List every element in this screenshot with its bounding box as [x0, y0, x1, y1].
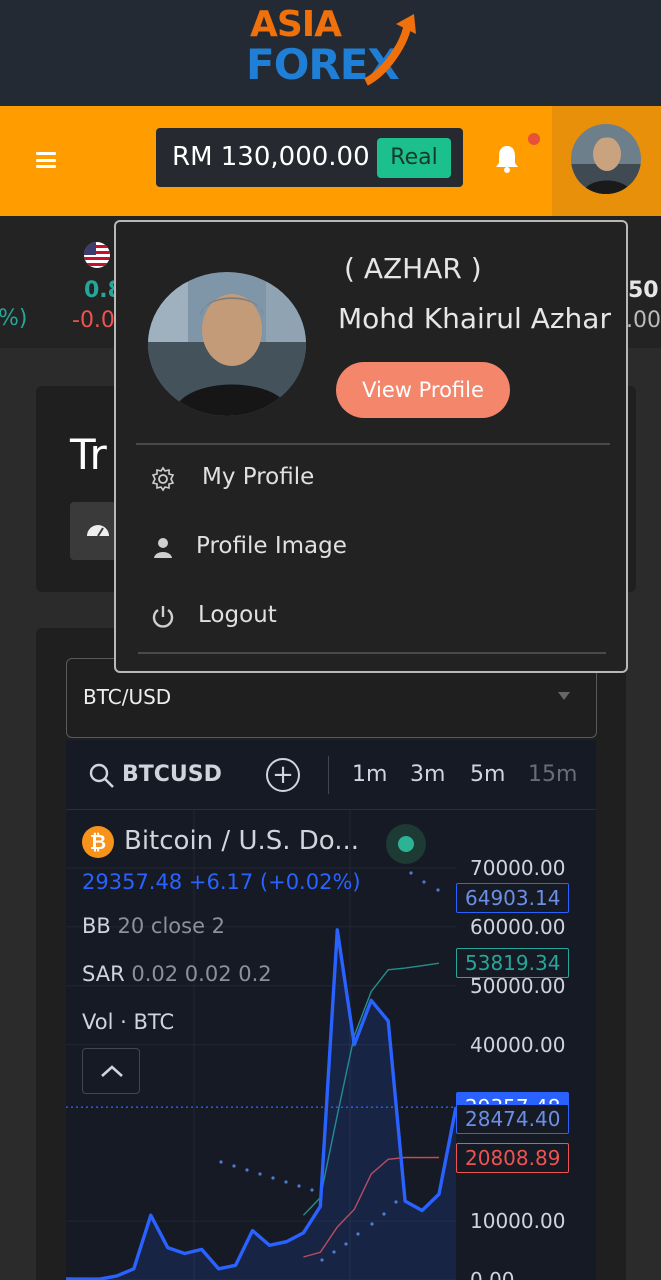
collapse-legend-button[interactable]	[82, 1048, 140, 1094]
y-axis-tick-label: 40000.00	[470, 1032, 566, 1057]
power-icon	[152, 606, 174, 628]
y-axis-tick-label: 10000.00	[470, 1209, 566, 1234]
user-icon	[154, 538, 172, 558]
ticker-right-change: .00	[626, 308, 661, 333]
indicator-volume[interactable]: Vol · BTC	[82, 1010, 174, 1034]
logo-bar: ASIA FOREX	[0, 0, 661, 106]
app-page: ASIA FOREX RM 130,000.00 Real %) 0.8 -0.…	[0, 0, 661, 1280]
card-title: Tr	[70, 430, 107, 479]
sar-dot	[258, 1172, 262, 1176]
pair-select-value: BTC/USD	[83, 685, 172, 709]
price-tag: 20808.89	[456, 1142, 570, 1173]
brand-line1: ASIA	[250, 4, 342, 45]
avatar	[571, 124, 641, 194]
sar-dot	[344, 1242, 348, 1246]
indicator-sar[interactable]: SAR 0.02 0.02 0.2	[82, 962, 272, 986]
account-type-badge[interactable]: Real	[377, 138, 451, 178]
chevron-up-icon	[101, 1065, 123, 1077]
gear-icon	[151, 466, 175, 492]
menu-item-profile-image[interactable]: Profile Image	[150, 523, 590, 573]
user-menu-toggle[interactable]	[552, 106, 661, 216]
chart-price-line: 29357.48 +6.17 (+0.02%)	[82, 870, 361, 894]
y-axis-tick-label: 70000.00	[470, 856, 566, 880]
sar-dot	[370, 1222, 374, 1226]
sar-dot	[394, 1200, 398, 1204]
brand-logo[interactable]: ASIA FOREX	[246, 4, 426, 96]
sar-dot	[245, 1168, 249, 1172]
price-tag: 64903.14	[456, 882, 570, 913]
sar-dot	[219, 1160, 223, 1164]
sar-dot	[332, 1250, 336, 1254]
menu-divider	[138, 652, 606, 654]
top-header: RM 130,000.00 Real	[0, 106, 661, 216]
sar-dot	[422, 880, 426, 884]
sar-dot	[320, 1258, 324, 1262]
menu-divider	[136, 443, 610, 445]
profile-full-name: Mohd Khairul Azhar	[338, 302, 611, 335]
profile-avatar	[148, 272, 306, 416]
chevron-down-icon	[558, 692, 570, 700]
indicator-bb[interactable]: BB 20 close 2	[82, 914, 225, 938]
sar-dot	[409, 871, 413, 875]
bell-icon[interactable]	[494, 144, 520, 174]
view-profile-button[interactable]: View Profile	[336, 362, 510, 418]
menu-item-label: My Profile	[202, 464, 315, 490]
hamburger-menu-icon[interactable]	[36, 152, 56, 168]
bitcoin-icon: ₿	[82, 826, 114, 858]
price-tag: 53819.34	[456, 948, 570, 979]
sar-dot	[436, 888, 440, 892]
sar-dot	[232, 1164, 236, 1168]
sar-dot	[382, 1212, 386, 1216]
us-flag-icon	[84, 242, 110, 268]
sar-dot	[271, 1176, 275, 1180]
sar-dot	[297, 1184, 301, 1188]
logo-swoosh-icon	[363, 14, 416, 86]
ticker-left-change: %)	[0, 306, 28, 331]
sar-dot	[310, 1188, 314, 1192]
price-tag: 28474.40	[456, 1104, 570, 1135]
sar-dot	[284, 1180, 288, 1184]
y-axis-tick-label: 60000.00	[470, 914, 566, 939]
menu-item-logout[interactable]: Logout	[150, 592, 590, 642]
price-chart[interactable]: BTCUSD + 1m 3m 5m 15m ₿ Bitcoin / U.S. D…	[66, 740, 596, 1280]
balance-amount: RM 130,000.00	[172, 142, 370, 172]
menu-item-my-profile[interactable]: My Profile	[150, 454, 590, 504]
menu-item-label: Logout	[198, 602, 277, 628]
menu-item-label: Profile Image	[196, 533, 347, 559]
notification-dot	[528, 133, 540, 145]
y-axis-tick-label: 0.00	[470, 1268, 515, 1280]
ticker-right-value: 501	[628, 278, 661, 303]
market-status-icon	[386, 824, 426, 864]
balance-display[interactable]: RM 130,000.00 Real	[156, 128, 463, 187]
profile-dropdown: ( AZHAR ) Mohd Khairul Azhar View Profil…	[114, 220, 628, 673]
sar-dot	[356, 1232, 360, 1236]
ticker-change: -0.0	[72, 308, 115, 333]
profile-nickname: ( AZHAR )	[344, 252, 482, 285]
chart-title: Bitcoin / U.S. Do...	[124, 826, 360, 856]
